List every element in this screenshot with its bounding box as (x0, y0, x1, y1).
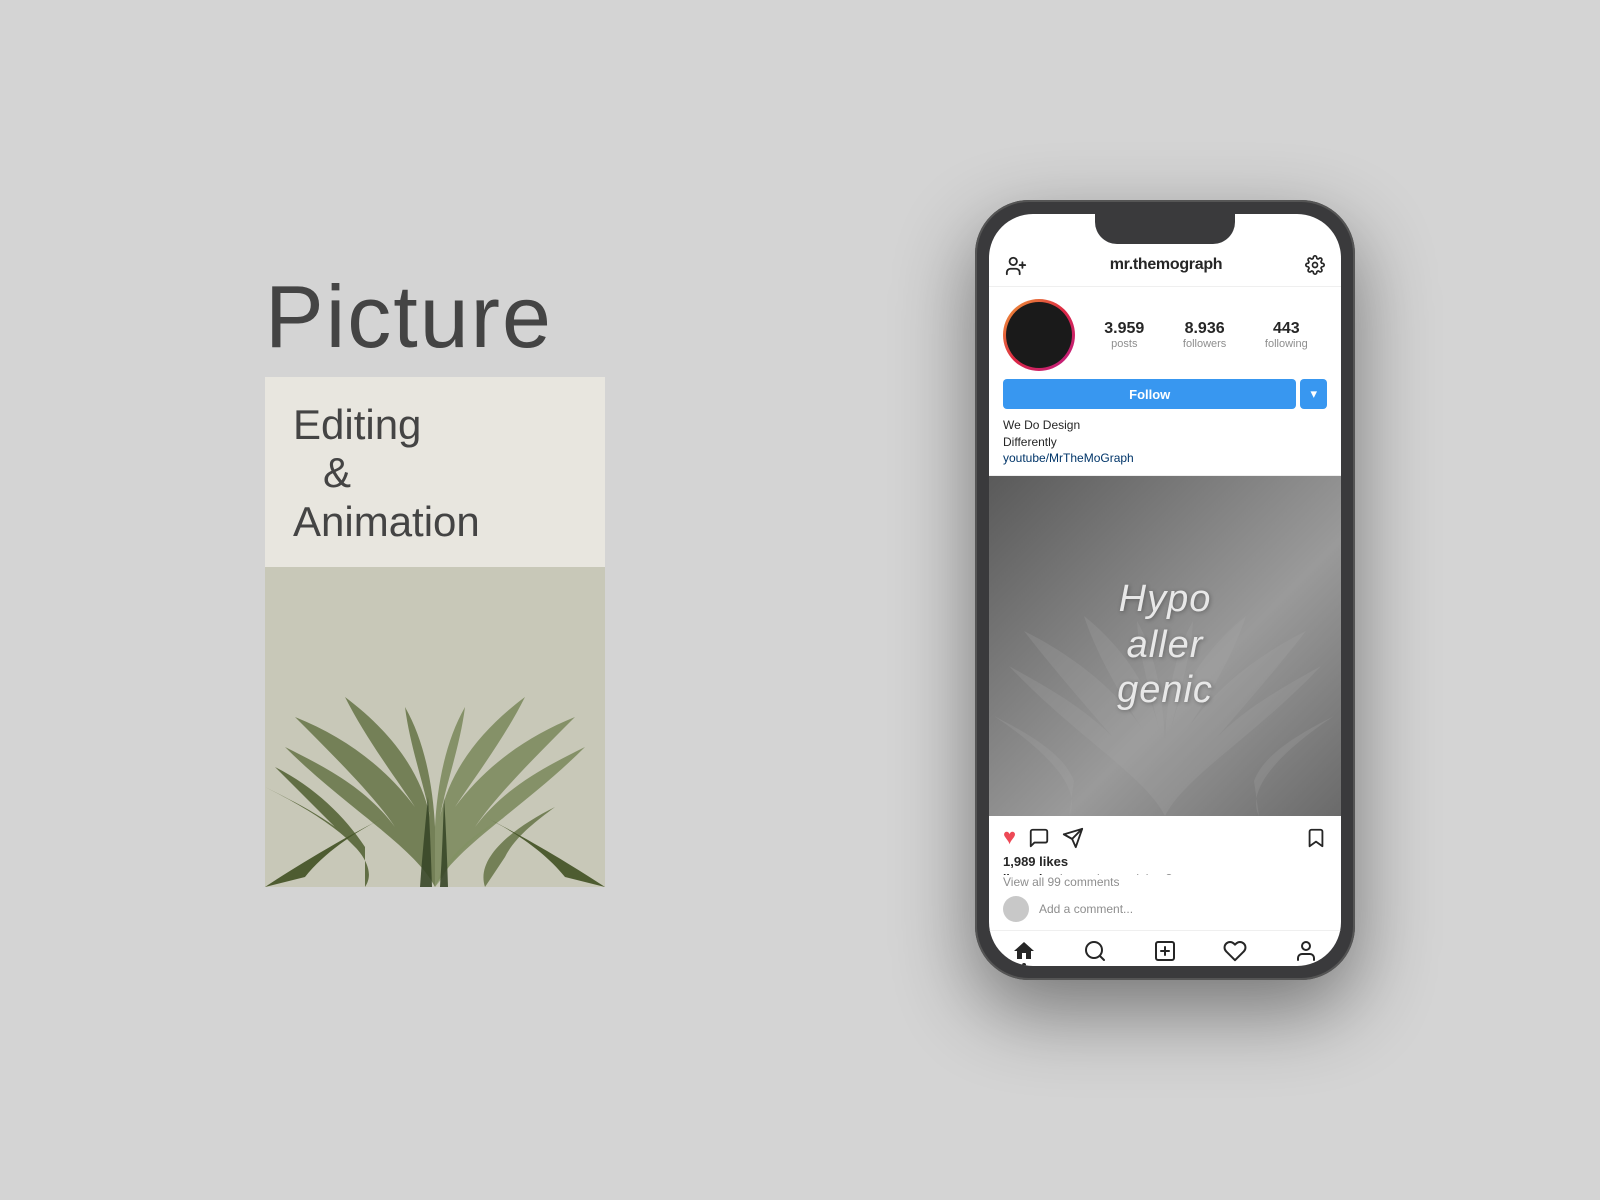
post-image: Hypo aller genic (989, 476, 1341, 816)
profile-nav-icon[interactable] (1294, 939, 1318, 963)
phone-inner: mr.themograph 3.959 posts (989, 214, 1341, 966)
comment-placeholder[interactable]: Add a comment... (1039, 902, 1133, 916)
amp-label: & (293, 449, 577, 497)
follow-dropdown-button[interactable]: ▾ (1300, 379, 1327, 409)
posts-stat: 3.959 posts (1104, 320, 1144, 350)
stats-container: 3.959 posts 8.936 followers 443 followin… (1085, 320, 1327, 350)
bio-link[interactable]: youtube/MrTheMoGraph (1003, 451, 1327, 465)
bio-line2: Differently (1003, 435, 1057, 449)
comment-icon[interactable] (1028, 824, 1050, 850)
bio-text: We Do Design Differently (1003, 417, 1327, 451)
post-text: Hypo aller genic (1117, 577, 1213, 714)
followers-stat: 8.936 followers (1183, 320, 1226, 350)
likes-count: 1,989 likes (989, 854, 1341, 872)
following-count: 443 (1273, 320, 1300, 338)
post-word3: genic (1117, 669, 1213, 711)
phone-outer: mr.themograph 3.959 posts (975, 200, 1355, 980)
add-user-icon[interactable] (1005, 252, 1027, 278)
posts-count: 3.959 (1104, 320, 1144, 338)
home-nav-icon[interactable] (1012, 939, 1036, 963)
share-icon[interactable] (1062, 824, 1084, 850)
followers-count: 8.936 (1185, 320, 1225, 338)
bio-section: We Do Design Differently youtube/MrTheMo… (989, 417, 1341, 476)
post-word2: aller (1127, 624, 1204, 666)
left-panel: Picture Editing & Animation (265, 273, 605, 887)
post-actions: ♥ (989, 816, 1341, 854)
post-word1: Hypo (1119, 578, 1212, 620)
following-label: following (1265, 338, 1308, 350)
create-nav-icon[interactable] (1153, 939, 1177, 963)
animation-label: Animation (293, 498, 577, 546)
search-nav-icon[interactable] (1083, 939, 1107, 963)
avatar (1003, 299, 1075, 371)
commenter-avatar (1003, 896, 1029, 922)
followers-label: followers (1183, 338, 1226, 350)
settings-icon[interactable] (1305, 254, 1325, 277)
comment-input-row: Add a comment... (989, 892, 1341, 930)
picture-title: Picture (265, 273, 553, 361)
bottom-navigation (989, 930, 1341, 966)
view-comments-link[interactable]: View all 99 comments (989, 875, 1341, 892)
phone-mockup-container: mr.themograph 3.959 posts (975, 200, 1355, 980)
poster-card: Editing & Animation (265, 377, 605, 887)
poster-text: Editing & Animation (265, 377, 605, 546)
posts-label: posts (1111, 338, 1137, 350)
like-icon[interactable]: ♥ (1003, 824, 1016, 850)
palm-image (265, 567, 605, 887)
bio-line1: We Do Design (1003, 418, 1080, 432)
phone-notch (1095, 214, 1235, 244)
follow-button[interactable]: Follow (1003, 379, 1296, 409)
bookmark-icon[interactable] (1305, 824, 1327, 850)
follow-row: Follow ▾ (989, 379, 1341, 417)
profile-section: 3.959 posts 8.936 followers 443 followin… (989, 287, 1341, 379)
profile-username: mr.themograph (1110, 256, 1223, 274)
editing-label: Editing (293, 401, 577, 449)
activity-nav-icon[interactable] (1223, 939, 1247, 963)
following-stat: 443 following (1265, 320, 1308, 350)
